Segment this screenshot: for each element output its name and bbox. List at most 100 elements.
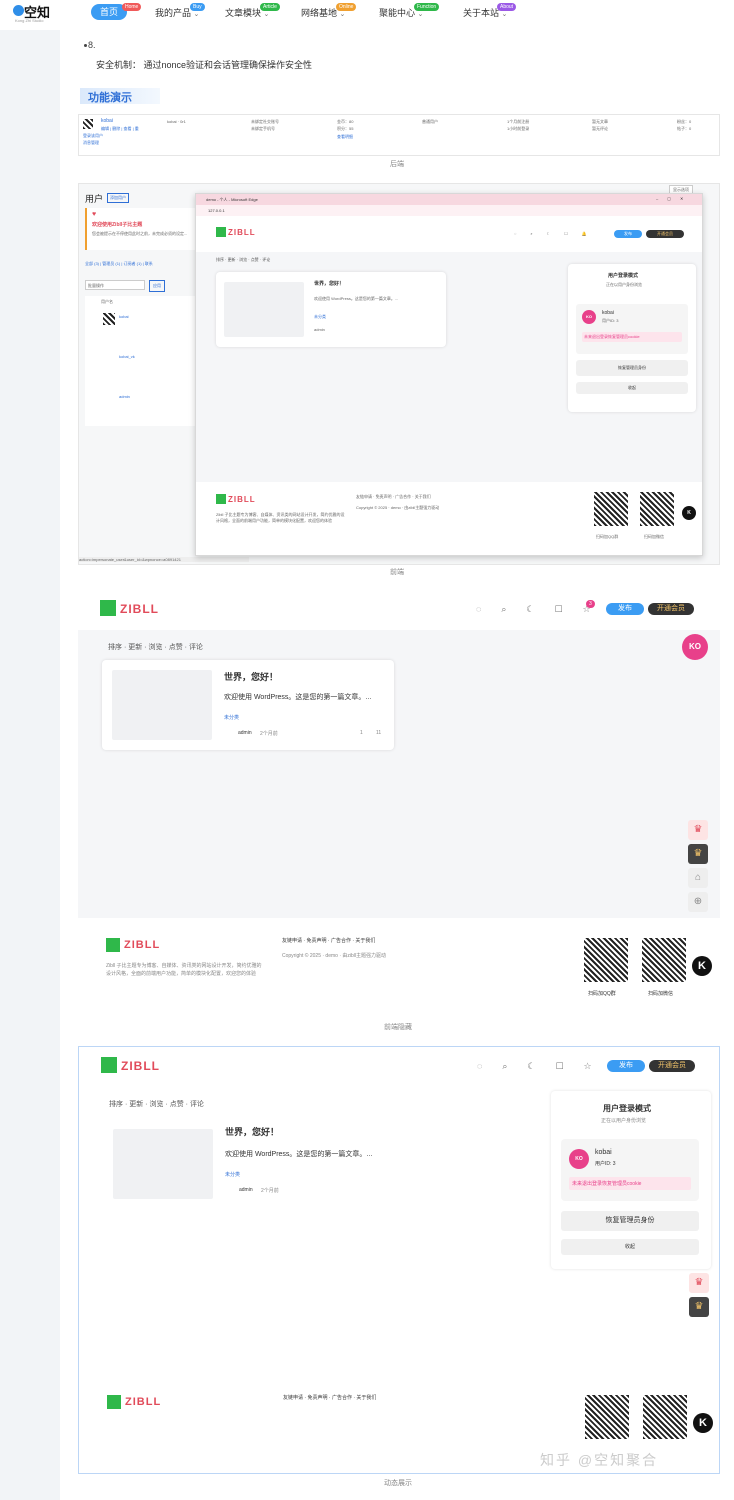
post-excerpt: 欢迎使用 WordPress。这是您的第一篇文章。... (314, 296, 399, 301)
site-logo-mark (216, 227, 226, 237)
k-button[interactable]: K (682, 506, 696, 520)
post-title[interactable]: 世界，您好！ (225, 1125, 279, 1138)
crown-icon[interactable]: ♛ (688, 844, 708, 864)
publish-button[interactable]: 发布 (606, 603, 644, 615)
backend-screenshot: kobai kobai · 0r1 编辑 | 删除 | 查看 | 重 登录该用户… (78, 114, 720, 156)
wp-user-row[interactable]: admin (119, 394, 130, 399)
site-logo[interactable]: ZIBLL (121, 1059, 160, 1073)
gift-icon[interactable]: ♛ (688, 820, 708, 840)
address-bar[interactable]: 127.0.0.1 (196, 205, 702, 216)
chevron-down-icon: ⌄ (193, 11, 200, 18)
sort-tabs[interactable]: 排序 · 更新 · 浏览 · 点赞 · 评论 (108, 642, 203, 652)
edge-window: demo - 个人 - Microsoft Edge –▢✕ 127.0.0.1… (195, 193, 703, 556)
collapse-button[interactable]: 收起 (561, 1239, 699, 1255)
wp-welcome-notice: ♥ 欢迎使用Zibll子比主题 您会被提示在不停使用此时之前，未完成必须的设定.… (85, 208, 195, 250)
vip-button[interactable]: 开通会员 (649, 1060, 695, 1072)
social-status: 未绑定社交账号 (251, 119, 279, 124)
avatar (103, 313, 115, 325)
post-card[interactable]: 世界，您好！ 欢迎使用 WordPress。这是您的第一篇文章。... 未分类 … (216, 272, 446, 347)
user-name: kobai (595, 1149, 612, 1156)
post-tag[interactable]: 未分类 (224, 714, 239, 721)
k-button[interactable]: K (693, 1413, 713, 1433)
post-title[interactable]: 世界，您好！ (224, 670, 278, 683)
post-title[interactable]: 世界，您好！ (314, 280, 344, 287)
site-logo-mark (100, 600, 116, 616)
footer-links[interactable]: 友链申请 · 免责声明 · 广告合作 · 关于我们 (282, 937, 375, 944)
site-logo[interactable]: ZIBLL (228, 228, 256, 237)
header-icons[interactable]: ◌⌕☾☐🔔 (514, 231, 601, 236)
section-title: 功能演示 (80, 88, 160, 104)
avatar (83, 119, 93, 129)
user-box: KO kobai 用户ID: 3 未来退出登录恢复管理员cookie (561, 1139, 699, 1201)
login-panel: 用户登录模式 正在以用户身份浏览 KO kobai 用户ID: 3 未来退出登录… (568, 264, 696, 412)
wp-role-filters[interactable]: 全部 (3) | 管理员 (1) | 订阅者 (1) | 联系 (85, 261, 153, 267)
wp-add-user-button[interactable]: 添加用户 (107, 193, 129, 203)
footer-links[interactable]: 友链申请 · 免责声明 · 广告合作 · 关于我们 (283, 1394, 376, 1401)
nav-home-badge: Home (122, 3, 142, 11)
publish-button[interactable]: 发布 (607, 1060, 645, 1072)
post-excerpt: 欢迎使用 WordPress。这是您的第一篇文章。... (224, 694, 372, 701)
column-username[interactable]: 用户名 (101, 299, 113, 305)
post-tag[interactable]: 未分类 (225, 1171, 240, 1178)
wp-user-row[interactable]: kobai (119, 314, 129, 319)
login-as-user-link[interactable]: 登录该用户 (83, 133, 103, 139)
url-text[interactable]: 127.0.0.1 (208, 208, 225, 213)
row-actions[interactable]: 编辑 | 删除 | 查看 | 重 (101, 126, 139, 132)
publish-button[interactable]: 发布 (614, 230, 642, 238)
site-logo[interactable]: ZIBLL (120, 602, 159, 616)
post-author[interactable]: admin (239, 1187, 253, 1193)
comments-count: 暂无评论 (592, 126, 608, 131)
wp-apply-button[interactable]: 应用 (149, 280, 165, 292)
cart-icon[interactable]: ⌂ (688, 868, 708, 888)
vip-button[interactable]: 开通会员 (646, 230, 684, 238)
footer-logo: ZIBLL (125, 1396, 162, 1408)
post-comments: 1 (360, 730, 363, 736)
posts-count: 帖子：0 (677, 126, 692, 131)
sort-tabs[interactable]: 排序 · 更新 · 浏览 · 点赞 · 评论 (109, 1099, 204, 1109)
post-excerpt: 欢迎使用 WordPress。这是您的第一篇文章。... (225, 1151, 373, 1158)
window-title: demo - 个人 - Microsoft Edge (206, 197, 258, 202)
window-controls[interactable]: –▢✕ (656, 196, 692, 201)
footer-copyright: Copyright © 2025 · demo · 由zibll主题强力驱动 (356, 505, 440, 510)
user-name[interactable]: kobai (101, 118, 113, 124)
crown-icon[interactable]: ♛ (689, 1297, 709, 1317)
list-bullet (84, 44, 87, 47)
wp-welcome-title: 欢迎使用Zibll子比主题 (92, 222, 143, 228)
restore-admin-button[interactable]: 恢复管理员身份 (561, 1211, 699, 1231)
footer-logo: ZIBLL (228, 495, 256, 504)
footer-logo-mark (107, 1395, 121, 1409)
coins: 金币：80 (337, 119, 354, 124)
wp-bulk-select[interactable]: 批量操作 (85, 280, 145, 290)
post-author[interactable]: admin (238, 730, 252, 736)
login-panel-subtitle: 正在以用户身份浏览 (601, 1118, 647, 1124)
restore-admin-button[interactable]: 恢复管理员身份 (576, 360, 688, 376)
sort-tabs[interactable]: 排序 · 更新 · 浏览 · 点赞 · 评论 (216, 257, 270, 263)
chevron-down-icon: ⌄ (339, 11, 346, 18)
caption-dynamic: 动态展示 (384, 1480, 412, 1487)
ko-avatar-button[interactable]: KO (682, 634, 708, 660)
post-card[interactable]: 世界，您好！ 欢迎使用 WordPress。这是您的第一篇文章。... 未分类 … (102, 660, 394, 750)
wp-user-row[interactable]: kobai_vk (119, 354, 135, 359)
caption-backend: 后端 (390, 161, 404, 168)
logo-icon (13, 5, 24, 16)
login-panel-subtitle: 正在以用户身份浏览 (606, 282, 642, 287)
post-tag[interactable]: 未分类 (314, 314, 326, 320)
details-link[interactable]: 查看明细 (337, 134, 353, 140)
message-link[interactable]: 消息管理 (83, 140, 99, 146)
gift-icon[interactable]: ♛ (689, 1273, 709, 1293)
qr-label: 扫码加QQ群 (588, 991, 616, 997)
notify-badge: 3 (586, 600, 595, 608)
user-avatar: KO (582, 310, 596, 324)
caption-frontend: 前端 (390, 569, 404, 576)
cookie-warning: 未来退出登录恢复管理员cookie (569, 1177, 691, 1190)
k-button[interactable]: K (692, 956, 712, 976)
collapse-button[interactable]: 收起 (576, 382, 688, 394)
footer-links[interactable]: 友链申请 · 免责声明 · 广告合作 · 关于我们 (356, 494, 431, 500)
post-author[interactable]: admin (314, 327, 325, 332)
qr-code (584, 938, 628, 982)
post-time: 2个月前 (261, 1188, 279, 1194)
add-icon[interactable]: ⊕ (688, 892, 708, 912)
vip-button[interactable]: 开通会员 (648, 603, 694, 615)
section-title-text: 功能演示 (88, 92, 132, 104)
heart-icon: ♥ (92, 211, 97, 218)
